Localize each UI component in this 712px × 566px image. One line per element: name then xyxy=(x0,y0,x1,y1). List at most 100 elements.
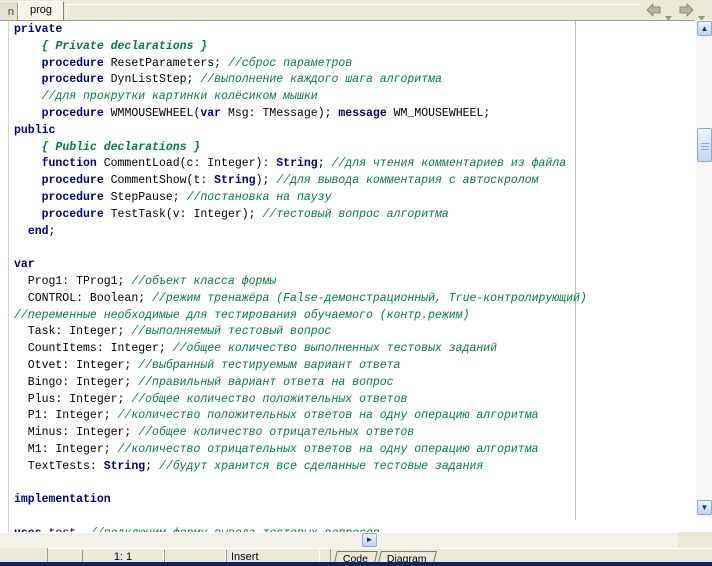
taskbar-strip xyxy=(0,562,712,566)
code-token: //количество отрицательных ответов на од… xyxy=(118,443,539,456)
nav-forward-dropdown[interactable] xyxy=(698,8,705,13)
code-token: Bingo: Integer; xyxy=(14,376,138,389)
code-token: //выполнение каждого шага алгоритма xyxy=(200,73,442,86)
status-left-pane xyxy=(0,548,48,562)
code-line: //для прокрутки картинки колёсиком мышки xyxy=(14,89,587,106)
tabbar-filler xyxy=(66,4,640,20)
code-token: Otvet: Integer; xyxy=(14,359,138,372)
code-token xyxy=(14,157,42,170)
code-token: //правильный вариант ответа на вопрос xyxy=(138,376,393,389)
arrow-forward-icon xyxy=(678,3,694,17)
editor-frame: private { Private declarations } procedu… xyxy=(0,20,712,532)
code-token: Task: Integer; xyxy=(14,325,131,338)
code-token xyxy=(14,174,42,187)
nav-back-button[interactable] xyxy=(646,3,662,17)
code-token: //тестовый вопрос алгоритма xyxy=(262,208,448,221)
horizontal-scroll-track[interactable] xyxy=(0,532,678,548)
code-token: StepPause; xyxy=(104,191,187,204)
code-text-area[interactable]: private { Private declarations } procedu… xyxy=(10,21,684,532)
code-token: public xyxy=(14,124,55,137)
code-token: ResetParameters; xyxy=(104,57,228,70)
code-token: //для прокрутки картинки колёсиком мышки xyxy=(42,90,318,103)
code-token: //постановка на паузу xyxy=(187,191,332,204)
code-token: CommentLoad(c: Integer): xyxy=(97,157,276,170)
scroll-up-button[interactable]: ▲ xyxy=(697,21,712,36)
code-line: M1: Integer; //количество отрицательных … xyxy=(14,442,587,459)
scroll-down-icon: ▼ xyxy=(698,501,711,514)
code-line: Minus: Integer; //общее количество отриц… xyxy=(14,425,587,442)
code-line: Task: Integer; //выполняемый тестовый во… xyxy=(14,324,587,341)
code-token: ; xyxy=(318,157,332,170)
code-token: //общее количество выполненных тестовых … xyxy=(173,342,497,355)
code-token xyxy=(14,107,42,120)
code-line: procedure WMMOUSEWHEEL(var Msg: TMessage… xyxy=(14,106,587,123)
editor-tab-partial[interactable]: n xyxy=(0,3,18,20)
vertical-scroll-track[interactable] xyxy=(696,37,712,499)
code-token: message xyxy=(338,107,386,120)
code-token: //сброс параметров xyxy=(228,57,352,70)
code-line: Plus: Integer; //общее количество положи… xyxy=(14,392,587,409)
code-token: CountItems: Integer; xyxy=(14,342,173,355)
editor-tab-prog[interactable]: prog xyxy=(18,1,64,20)
code-token: DynListStep; xyxy=(104,73,201,86)
code-line: Otvet: Integer; //выбранный тестируемым … xyxy=(14,358,587,375)
code-token: procedure xyxy=(42,57,104,70)
code-token: implementation xyxy=(14,493,111,506)
code-line: public xyxy=(14,123,587,140)
horizontal-scrollbar[interactable]: ► xyxy=(0,532,695,548)
code-token xyxy=(14,40,42,53)
code-token: String xyxy=(214,174,255,187)
code-token: TextTests: xyxy=(14,460,104,473)
scroll-down-button[interactable]: ▼ xyxy=(697,500,712,515)
code-token xyxy=(14,141,42,154)
code-token: Minus: Integer; xyxy=(14,426,138,439)
code-token: function xyxy=(42,157,97,170)
code-token: //выполняемый тестовый вопрос xyxy=(131,325,331,338)
code-token: var xyxy=(14,258,35,271)
code-token xyxy=(14,90,42,103)
scroll-right-button[interactable]: ► xyxy=(362,533,377,547)
code-token: //переменные необходимые для тестировани… xyxy=(14,309,469,322)
code-line: //переменные необходимые для тестировани… xyxy=(14,308,587,325)
code-token: procedure xyxy=(42,73,104,86)
source-code[interactable]: private { Private declarations } procedu… xyxy=(14,22,587,532)
code-token: //общее количество отрицательных ответов xyxy=(138,426,414,439)
code-token: Plus: Integer; xyxy=(14,393,131,406)
code-line: { Private declarations } xyxy=(14,39,587,56)
scrollbar-corner xyxy=(695,532,712,548)
code-line: P1: Integer; //количество положительных … xyxy=(14,408,587,425)
code-token: TestTask(v: Integer); xyxy=(104,208,263,221)
code-line: { Public declarations } xyxy=(14,140,587,157)
code-token: ; xyxy=(145,460,159,473)
arrow-left-icon xyxy=(646,3,662,17)
code-line: procedure StepPause; //постановка на пау… xyxy=(14,190,587,207)
code-token: ); xyxy=(256,174,277,187)
vertical-scroll-thumb[interactable] xyxy=(697,128,712,162)
vertical-scrollbar[interactable]: ▲ ▼ xyxy=(695,20,712,516)
code-token: WMMOUSEWHEEL( xyxy=(104,107,201,120)
code-token: procedure xyxy=(42,107,104,120)
code-line: procedure ResetParameters; //сброс парам… xyxy=(14,56,587,73)
code-line: TextTests: String; //будут хранится все … xyxy=(14,459,587,476)
code-token: Msg: TMessage); xyxy=(221,107,338,120)
nav-back-dropdown[interactable] xyxy=(665,8,672,13)
code-token: Prog1: TProg1; xyxy=(14,275,131,288)
code-line: end; xyxy=(14,224,587,241)
code-line: var xyxy=(14,257,587,274)
scroll-right-icon: ► xyxy=(363,534,376,546)
code-token: String xyxy=(276,157,317,170)
code-line: private xyxy=(14,22,587,39)
editor-tabbar: n prog xyxy=(0,0,712,20)
code-token: WM_MOUSEWHEEL; xyxy=(387,107,491,120)
editor-gutter[interactable] xyxy=(0,21,9,532)
code-token: //будут хранится все сделанные тестовые … xyxy=(159,460,483,473)
code-token: procedure xyxy=(42,208,104,221)
nav-forward-button[interactable] xyxy=(678,3,694,17)
code-line: procedure TestTask(v: Integer); //тестов… xyxy=(14,207,587,224)
code-token: //объект класса формы xyxy=(131,275,276,288)
code-token xyxy=(14,208,42,221)
code-token: private xyxy=(14,23,62,36)
code-token: { Public declarations } xyxy=(42,141,201,154)
code-token xyxy=(14,191,42,204)
code-line: Prog1: TProg1; //объект класса формы xyxy=(14,274,587,291)
